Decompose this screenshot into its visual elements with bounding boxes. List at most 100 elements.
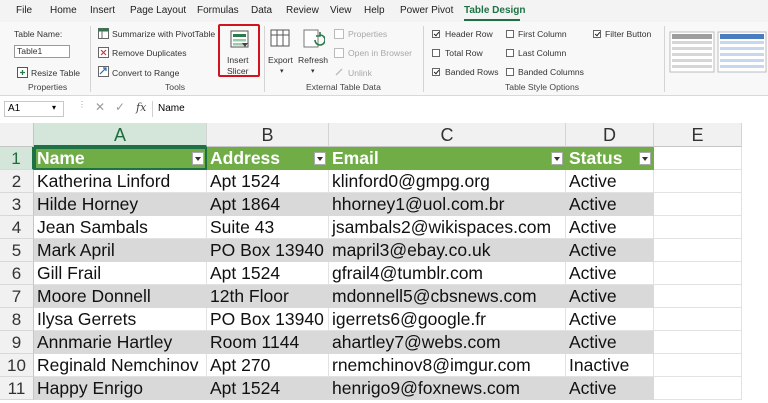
table-cell[interactable]: ahartley7@webs.com xyxy=(329,331,566,354)
tab-help[interactable]: Help xyxy=(364,5,385,16)
row-header-11[interactable]: 11 xyxy=(0,377,34,400)
table-cell[interactable]: Active xyxy=(566,308,654,331)
refresh-button[interactable]: Refresh xyxy=(298,55,328,65)
row-header-2[interactable]: 2 xyxy=(0,170,34,193)
first-column-checkbox[interactable] xyxy=(506,30,514,38)
table-cell[interactable]: Gill Frail xyxy=(34,262,207,285)
table-cell[interactable]: Reginald Nemchinov xyxy=(34,354,207,377)
row-header-9[interactable]: 9 xyxy=(0,331,34,354)
column-header-a[interactable]: A xyxy=(34,123,207,147)
row-header-4[interactable]: 4 xyxy=(0,216,34,239)
select-all-corner[interactable] xyxy=(0,123,34,147)
row-header-5[interactable]: 5 xyxy=(0,239,34,262)
column-header-c[interactable]: C xyxy=(329,123,566,147)
filter-dropdown-icon[interactable] xyxy=(551,152,563,165)
table-cell[interactable]: Apt 270 xyxy=(207,354,329,377)
empty-cell[interactable] xyxy=(654,377,742,400)
enter-check-icon[interactable]: ✓ xyxy=(115,100,125,114)
empty-cell[interactable] xyxy=(654,285,742,308)
table-cell[interactable]: Active xyxy=(566,170,654,193)
table-cell[interactable]: Katherina Linford xyxy=(34,170,207,193)
insert-slicer-button[interactable]: Insert Slicer xyxy=(218,24,260,77)
filter-dropdown-icon[interactable] xyxy=(314,152,326,165)
cell-e1[interactable] xyxy=(654,147,742,170)
table-cell[interactable]: gfrail4@tumblr.com xyxy=(329,262,566,285)
resize-table-button[interactable]: Resize Table xyxy=(31,68,80,78)
table-cell[interactable]: hhorney1@uol.com.br xyxy=(329,193,566,216)
tab-file[interactable]: File xyxy=(16,5,32,16)
last-column-checkbox[interactable] xyxy=(506,49,514,57)
tab-home[interactable]: Home xyxy=(50,5,77,16)
table-cell[interactable]: Active xyxy=(566,193,654,216)
empty-cell[interactable] xyxy=(654,170,742,193)
table-cell[interactable]: Active xyxy=(566,216,654,239)
filter-dropdown-icon[interactable] xyxy=(639,152,651,165)
empty-cell[interactable] xyxy=(654,308,742,331)
table-cell[interactable]: mdonnell5@cbsnews.com xyxy=(329,285,566,308)
table-cell[interactable]: Apt 1524 xyxy=(207,377,329,400)
empty-cell[interactable] xyxy=(654,262,742,285)
table-cell[interactable]: Apt 1524 xyxy=(207,170,329,193)
table-cell[interactable]: Hilde Horney xyxy=(34,193,207,216)
export-button[interactable]: Export xyxy=(268,55,293,65)
table-cell[interactable]: Active xyxy=(566,331,654,354)
tab-power-pivot[interactable]: Power Pivot xyxy=(400,5,453,16)
table-cell[interactable]: igerrets6@google.fr xyxy=(329,308,566,331)
table-cell[interactable]: henrigo9@foxnews.com xyxy=(329,377,566,400)
name-box-dropdown-icon[interactable]: ▾ xyxy=(52,103,56,112)
row-header-7[interactable]: 7 xyxy=(0,285,34,308)
table-cell[interactable]: Active xyxy=(566,262,654,285)
tab-formulas[interactable]: Formulas xyxy=(197,5,239,16)
tab-review[interactable]: Review xyxy=(286,5,319,16)
table-cell[interactable]: PO Box 13940 xyxy=(207,308,329,331)
table-cell[interactable]: Suite 43 xyxy=(207,216,329,239)
tab-page-layout[interactable]: Page Layout xyxy=(130,5,186,16)
table-cell[interactable]: PO Box 13940 xyxy=(207,239,329,262)
row-header-6[interactable]: 6 xyxy=(0,262,34,285)
tab-data[interactable]: Data xyxy=(251,5,272,16)
table-cell[interactable]: Active xyxy=(566,285,654,308)
table-cell[interactable]: Happy Enrigo xyxy=(34,377,207,400)
table-cell[interactable]: rnemchinov8@imgur.com xyxy=(329,354,566,377)
table-cell[interactable]: jsambals2@wikispaces.com xyxy=(329,216,566,239)
table-cell[interactable]: Room 1144 xyxy=(207,331,329,354)
table-cell[interactable]: mapril3@ebay.co.uk xyxy=(329,239,566,262)
table-cell[interactable]: 12th Floor xyxy=(207,285,329,308)
empty-cell[interactable] xyxy=(654,331,742,354)
table-cell[interactable]: Annmarie Hartley xyxy=(34,331,207,354)
table-cell[interactable]: Mark April xyxy=(34,239,207,262)
column-header-e[interactable]: E xyxy=(654,123,742,147)
filter-button-checkbox[interactable] xyxy=(593,30,601,38)
tab-table-design[interactable]: Table Design xyxy=(464,5,526,16)
table-cell[interactable]: Apt 1524 xyxy=(207,262,329,285)
empty-cell[interactable] xyxy=(654,239,742,262)
table-header-cell[interactable]: Status xyxy=(566,147,654,170)
banded-rows-checkbox[interactable] xyxy=(432,68,440,76)
properties-button[interactable]: Properties xyxy=(348,29,387,39)
worksheet-grid[interactable]: A B C D E 1 2 3 4 5 6 7 8 9 10 11 Name Address Email Status… xyxy=(0,123,768,403)
empty-cell[interactable] xyxy=(654,354,742,377)
column-header-d[interactable]: D xyxy=(566,123,654,147)
banded-columns-checkbox[interactable] xyxy=(506,68,514,76)
table-header-cell[interactable]: Address xyxy=(207,147,329,170)
row-header-3[interactable]: 3 xyxy=(0,193,34,216)
summarize-pivottable-button[interactable]: Summarize with PivotTable xyxy=(112,29,215,39)
row-header-1[interactable]: 1 xyxy=(0,147,34,170)
empty-cell[interactable] xyxy=(654,193,742,216)
table-cell[interactable]: Active xyxy=(566,377,654,400)
total-row-checkbox[interactable] xyxy=(432,49,440,57)
insert-function-icon[interactable]: fx xyxy=(136,101,146,114)
table-cell[interactable]: Jean Sambals xyxy=(34,216,207,239)
remove-duplicates-button[interactable]: Remove Duplicates xyxy=(112,48,187,58)
column-header-b[interactable]: B xyxy=(207,123,329,147)
cancel-icon[interactable]: ✕ xyxy=(95,100,105,114)
tab-view[interactable]: View xyxy=(330,5,352,16)
table-cell[interactable]: Active xyxy=(566,239,654,262)
table-header-cell[interactable]: Email xyxy=(329,147,566,170)
table-styles-gallery[interactable] xyxy=(668,30,768,76)
convert-to-range-button[interactable]: Convert to Range xyxy=(112,68,179,78)
formula-input[interactable]: Name xyxy=(158,103,185,114)
row-header-8[interactable]: 8 xyxy=(0,308,34,331)
open-in-browser-button[interactable]: Open in Browser xyxy=(348,48,412,58)
table-name-input[interactable]: Table1 xyxy=(14,45,70,58)
